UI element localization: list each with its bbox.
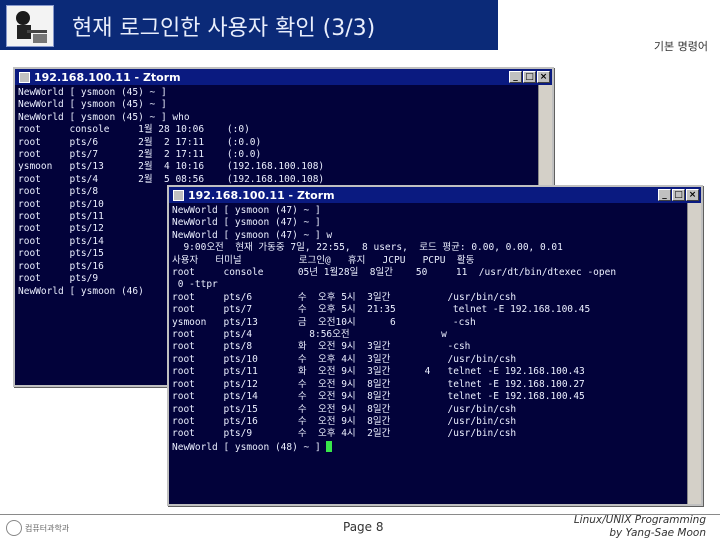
terminal-line: root pts/6 수 오후 5시 3일간 /usr/bin/csh [172,291,517,303]
terminal-line: 사용자 터미널 로그인@ 휴지 JCPU PCPU 활동 [172,254,475,266]
terminal-line: NewWorld [ ysmoon (48) ~ ] [172,440,686,454]
close-button[interactable]: × [686,189,699,201]
terminal-line: root console 1월 28 10:06 (:0) [18,124,250,136]
terminal-window-front[interactable]: 192.168.100.11 - Ztorm _ □ × NewWorld [ … [167,185,703,506]
terminal-line: NewWorld [ ysmoon (47) ~ ] w [172,229,333,241]
seal-icon [6,520,22,536]
terminal-line: root console 05년 1월28일 8일간 50 11 /usr/dt… [172,267,617,279]
footer-logo-text: 컴퓨터과학과 [25,523,70,533]
terminal-line: 0 -ttpr [172,279,218,291]
terminal-line: root pts/10 수 오후 4시 3일간 /usr/bin/csh [172,353,517,365]
terminal-line: root pts/16 수 오전 9시 8일간 /usr/bin/csh [172,415,517,427]
terminal-line: root pts/7 수 오후 5시 21:35 telnet -E 192.1… [172,304,591,316]
terminal-line: ysmoon pts/13 금 오전10시 6 -csh [172,316,476,328]
university-logo: 컴퓨터과학과 [6,518,70,538]
terminal-line: root pts/7 2월 2 17:11 (:0.0) [18,149,262,161]
terminal-line: NewWorld [ ysmoon (45) ~ ] [18,99,167,111]
maximize-button[interactable]: □ [672,189,685,201]
terminal-line: root pts/15 수 오전 9시 8일간 /usr/bin/csh [172,403,517,415]
text-cursor [326,440,333,452]
terminal-app-icon [173,189,184,201]
slide-title-bar: 현재 로그인한 사용자 확인 (3/3) [0,0,498,50]
terminal-line: root pts/6 2월 2 17:11 (:0.0) [18,136,262,148]
terminal-line: root pts/9 수 오후 4시 2일간 /usr/bin/csh [172,428,517,440]
terminal-line: NewWorld [ ysmoon (45) ~ ] [18,87,167,98]
credit: Linux/UNIX Programming by Yang-Sae Moon [574,514,706,540]
terminal-line: 9:00오전 현재 가동중 7일, 22:55, 8 users, 로드 평균:… [172,242,563,254]
terminal-line: NewWorld [ ysmoon (47) ~ ] [172,205,321,216]
terminal-line: NewWorld [ ysmoon (45) ~ ] who [18,111,190,123]
terminal-title: 192.168.100.11 - Ztorm [188,188,335,202]
presenter-logo-icon [6,5,54,47]
terminal-line: root pts/11 화 오전 9시 3일간 4 telnet -E 192.… [172,366,585,378]
maximize-button[interactable]: □ [523,71,536,83]
slide-subtitle: 기본 명령어 [653,40,708,53]
terminal-line: NewWorld [ ysmoon (47) ~ ] [172,217,321,229]
page-number: Page 8 [343,520,384,534]
terminal-line: root pts/12 수 오전 9시 8일간 telnet -E 192.16… [172,378,585,390]
terminal-titlebar[interactable]: 192.168.100.11 - Ztorm _ □ × [169,187,701,203]
terminal-line: root pts/14 수 오전 9시 8일간 telnet -E 192.16… [172,391,585,403]
terminal-app-icon [19,71,30,83]
minimize-button[interactable]: _ [658,189,671,201]
terminal-title: 192.168.100.11 - Ztorm [34,70,181,84]
slide-title: 현재 로그인한 사용자 확인 (3/3) [72,16,376,41]
terminal-output[interactable]: NewWorld [ ysmoon (47) ~ ] NewWorld [ ysm… [169,203,689,504]
close-button[interactable]: × [537,71,550,83]
terminal-line: ysmoon pts/13 2월 4 10:16 (192.168.100.10… [18,161,325,173]
credit-course: Linux/UNIX Programming [573,514,706,526]
minimize-button[interactable]: _ [509,71,522,83]
vertical-scrollbar[interactable] [687,203,701,504]
terminal-line: root pts/4 8:56오전 w [172,329,447,341]
terminal-line: root pts/8 화 오전 9시 3일간 -csh [172,341,471,353]
credit-author: by Yang-Sae Moon [609,527,706,539]
terminal-titlebar[interactable]: 192.168.100.11 - Ztorm _ □ × [15,69,552,85]
